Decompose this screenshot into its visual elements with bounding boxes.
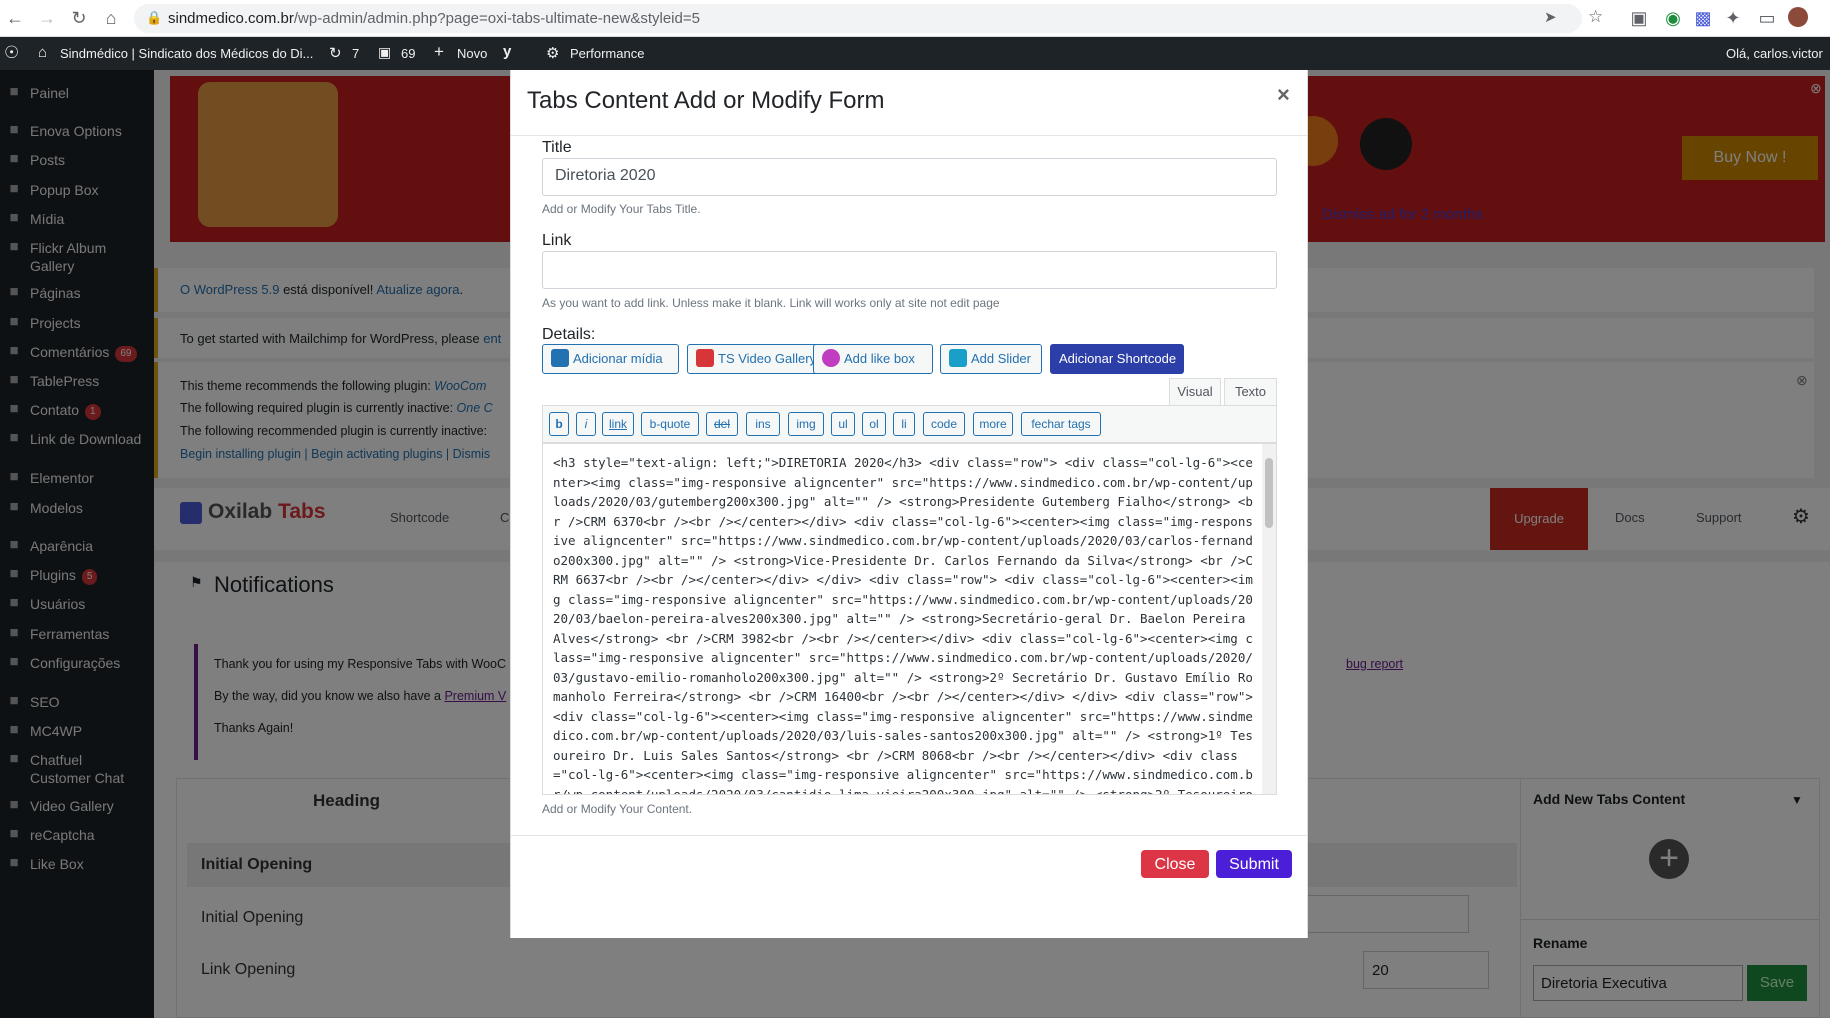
bookmark-star-icon[interactable]: ☆: [1588, 7, 1603, 27]
quicktags-toolbar: b i link b-quote del ins img ul ol li code more fech…: [542, 405, 1277, 443]
add-like-box-button[interactable]: Add like box: [813, 344, 933, 374]
url-path: /wp-admin/admin.php?page=oxi-tabs-ultima…: [293, 10, 700, 27]
extension-icon[interactable]: ◉: [1662, 7, 1684, 29]
home-icon[interactable]: ⌂: [100, 7, 122, 29]
quicktag-ul[interactable]: ul: [831, 412, 855, 436]
add-like-box-label: Add like box: [844, 351, 915, 366]
video-gallery-icon: [696, 349, 714, 367]
quicktag-img[interactable]: img: [788, 412, 824, 436]
performance-menu[interactable]: Performance: [570, 46, 644, 61]
avatar[interactable]: [1788, 7, 1808, 27]
forward-icon[interactable]: →: [36, 7, 58, 29]
wp-admin-bar: ☉ ⌂ Sindmédico | Sindicato dos Médicos d…: [0, 37, 1830, 70]
quicktag-b[interactable]: b: [549, 412, 569, 436]
quicktag-i[interactable]: i: [576, 412, 596, 436]
send-icon[interactable]: ➤: [1544, 8, 1557, 26]
scrollbar-thumb[interactable]: [1265, 458, 1273, 528]
link-help: As you want to add link. Unless make it …: [542, 296, 1000, 310]
media-icon: [551, 349, 569, 367]
close-icon[interactable]: ×: [1277, 82, 1290, 108]
updates-count[interactable]: 7: [352, 46, 359, 61]
add-media-button[interactable]: Adicionar mídia: [542, 344, 679, 374]
quicktag-more[interactable]: more: [973, 412, 1013, 436]
slider-icon: [949, 349, 967, 367]
performance-icon[interactable]: ⚙: [546, 44, 559, 62]
quicktag-fechar-tags[interactable]: fechar tags: [1021, 412, 1101, 436]
plus-icon[interactable]: +: [434, 42, 444, 62]
quicktag-li[interactable]: li: [893, 412, 915, 436]
submit-button[interactable]: Submit: [1216, 850, 1292, 878]
wordpress-logo-icon[interactable]: ☉: [4, 43, 19, 63]
translate-icon[interactable]: ▩: [1692, 7, 1714, 29]
quicktag-ol[interactable]: ol: [862, 412, 886, 436]
updates-icon[interactable]: ↻: [329, 44, 342, 62]
add-slider-label: Add Slider: [971, 351, 1031, 366]
back-icon[interactable]: ←: [4, 7, 26, 29]
like-box-icon: [822, 349, 840, 367]
url-host: sindmedico.com.br: [168, 10, 294, 27]
tab-visual[interactable]: Visual: [1169, 378, 1221, 406]
quicktag-link[interactable]: link: [602, 412, 634, 436]
browser-toolbar: ← → ↻ ⌂ 🔒 sindmedico.com.br/wp-admin/adm…: [0, 0, 1830, 37]
add-media-label: Adicionar mídia: [573, 351, 663, 366]
reload-icon[interactable]: ↻: [68, 7, 90, 29]
cast-icon[interactable]: ▭: [1756, 7, 1778, 29]
ts-video-gallery-button[interactable]: TS Video Gallery: [687, 344, 825, 374]
title-help: Add or Modify Your Tabs Title.: [542, 202, 701, 216]
house-icon[interactable]: ⌂: [38, 44, 47, 61]
tabs-content-modal: Tabs Content Add or Modify Form × Title …: [510, 70, 1308, 938]
add-shortcode-button[interactable]: Adicionar Shortcode: [1050, 344, 1184, 374]
add-slider-button[interactable]: Add Slider: [940, 344, 1042, 374]
yoast-icon[interactable]: y: [503, 43, 511, 60]
address-bar[interactable]: 🔒 sindmedico.com.br/wp-admin/admin.php?p…: [134, 4, 1603, 33]
ts-video-gallery-label: TS Video Gallery: [718, 351, 817, 366]
tab-text[interactable]: Texto: [1224, 378, 1277, 407]
modal-footer-divider: [511, 835, 1307, 836]
title-label: Title: [542, 139, 572, 156]
quicktag-code[interactable]: code: [923, 412, 965, 436]
content-text: <h3 style="text-align: left;">DIRETORIA …: [553, 455, 1253, 795]
link-label: Link: [542, 232, 572, 249]
details-label: Details:: [542, 326, 596, 343]
quicktag-b-quote[interactable]: b-quote: [641, 412, 699, 436]
url-text: sindmedico.com.br/wp-admin/admin.php?pag…: [168, 10, 700, 27]
puzzle-icon[interactable]: ✦: [1722, 7, 1744, 29]
title-input[interactable]: Diretoria 2020: [542, 158, 1277, 196]
content-help: Add or Modify Your Content.: [542, 802, 693, 816]
site-name[interactable]: Sindmédico | Sindicato dos Médicos do Di…: [60, 46, 313, 61]
new-menu[interactable]: Novo: [457, 46, 487, 61]
quicktag-ins[interactable]: ins: [746, 412, 780, 436]
modal-title: Tabs Content Add or Modify Form: [527, 87, 885, 114]
editor-scrollbar[interactable]: [1262, 444, 1276, 794]
comment-bubble-icon[interactable]: ▣: [378, 44, 391, 61]
close-button[interactable]: Close: [1141, 850, 1209, 878]
lock-icon[interactable]: 🔒: [146, 10, 162, 26]
content-textarea[interactable]: <h3 style="text-align: left;">DIRETORIA …: [542, 443, 1277, 795]
modal-header: Tabs Content Add or Modify Form ×: [511, 70, 1307, 136]
account-greeting[interactable]: Olá, carlos.victor: [1726, 46, 1823, 61]
link-input[interactable]: [542, 251, 1277, 289]
screenshot-icon[interactable]: ▣: [1628, 7, 1650, 29]
quicktag-del[interactable]: del: [706, 412, 738, 436]
comments-count[interactable]: 69: [401, 46, 415, 61]
